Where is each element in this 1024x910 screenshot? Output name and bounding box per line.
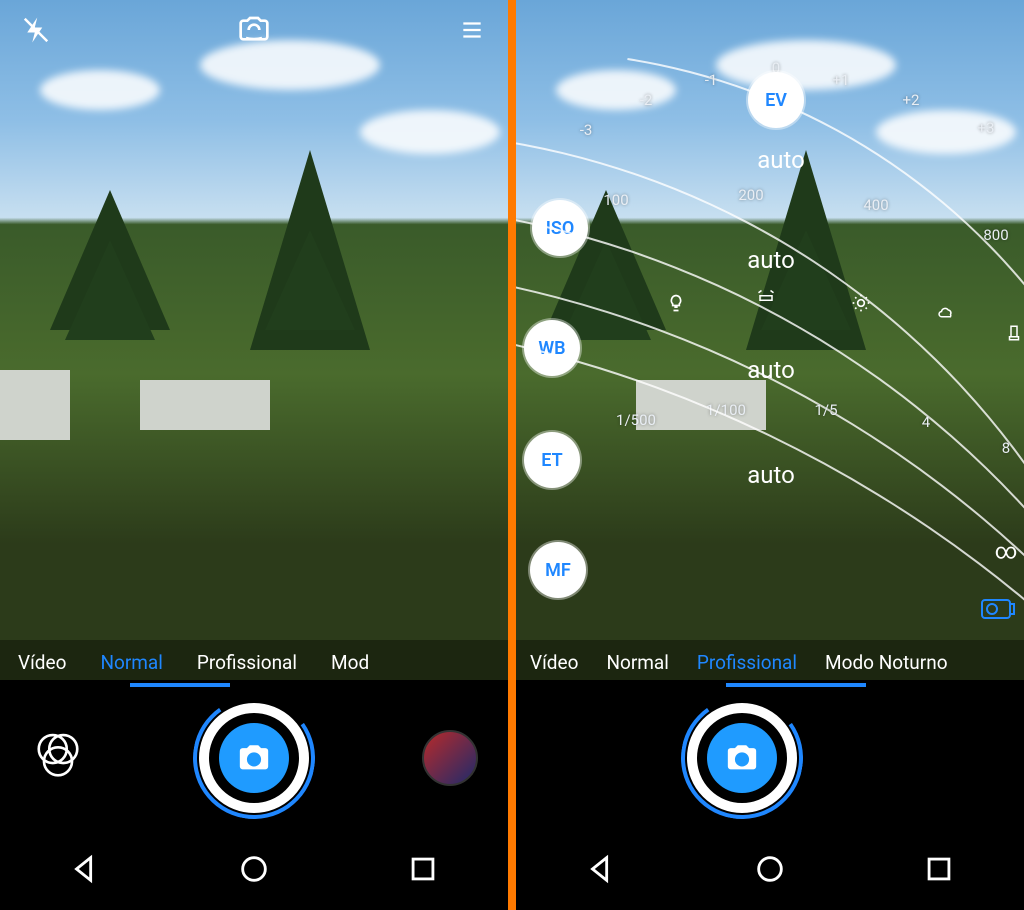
nav-recents-icon[interactable] [406,852,440,886]
wb-daylight-icon[interactable] [851,293,871,317]
mode-more[interactable]: Mod [331,651,369,674]
nav-back-icon[interactable] [584,852,618,886]
cloud [40,70,160,110]
bottom-controls [0,688,508,828]
wb-cloudy-icon[interactable] [934,304,958,326]
nav-recents-icon[interactable] [922,852,956,886]
pro-reset-icon[interactable] [980,594,1016,620]
nav-home-icon[interactable] [753,852,787,886]
viewfinder[interactable]: -3 -2 -1 0 +1 +2 +3 EV auto 100 200 400 … [516,0,1024,680]
building [0,370,70,440]
ev-tick: -1 [705,71,718,89]
mode-profissional[interactable]: Profissional [197,651,297,674]
iso-tick: 800 [983,226,1008,244]
camera-icon [707,723,777,793]
building [140,380,270,430]
mode-profissional[interactable]: Profissional [697,651,797,674]
screenshot-professional-mode: -3 -2 -1 0 +1 +2 +3 EV auto 100 200 400 … [516,0,1024,910]
ev-tick: +2 [903,91,920,109]
mode-normal[interactable]: Normal [100,651,162,674]
top-toolbar [0,8,508,52]
et-tick: 1/5 [814,401,837,419]
ev-value: auto [757,146,805,174]
switch-camera-icon[interactable] [236,12,272,48]
mf-dial[interactable]: MF [530,542,586,598]
mode-video[interactable]: Vídeo [530,651,578,674]
screenshot-normal-mode: Vídeo Normal Profissional Mod [0,0,508,910]
mode-selector[interactable]: Vídeo Normal Profissional Modo Noturno [516,640,1024,684]
pro-controls-overlay: -3 -2 -1 0 +1 +2 +3 EV auto 100 200 400 … [516,0,1024,680]
et-tick: 4 [922,413,930,431]
bottom-controls [516,688,1024,828]
ev-dial[interactable]: EV [748,72,804,128]
split-divider [508,0,516,910]
mf-infinity-icon: ∞ [995,540,1018,565]
gallery-thumbnail[interactable] [422,730,478,786]
et-tick: 8 [1002,439,1010,457]
menu-icon[interactable] [454,12,490,48]
iso-value: auto [747,246,795,274]
nav-back-icon[interactable] [68,852,102,886]
nav-home-icon[interactable] [237,852,271,886]
mode-underline [516,683,1024,687]
ev-tick: +1 [833,71,850,89]
wb-fluorescent-icon[interactable] [755,289,777,311]
wb-incandescent-icon[interactable] [666,293,686,317]
camera-icon [219,723,289,793]
flash-off-icon[interactable] [18,12,54,48]
filters-button[interactable] [30,728,86,788]
ev-tick: -2 [640,91,653,109]
android-navbar [0,828,508,910]
cloud [360,110,500,154]
shutter-button[interactable] [199,703,309,813]
ev-tick: +3 [978,119,995,137]
iso-tick: 100 [603,191,628,209]
android-navbar [516,828,1024,910]
mode-selector[interactable]: Vídeo Normal Profissional Mod [0,640,508,684]
mode-underline [0,683,508,687]
shutter-button[interactable] [687,703,797,813]
mode-noturno[interactable]: Modo Noturno [825,651,948,674]
iso-tick: 400 [863,196,888,214]
wb-shade-icon[interactable] [1005,321,1023,349]
ev-tick: -3 [580,121,593,139]
mode-normal[interactable]: Normal [606,651,668,674]
mode-video[interactable]: Vídeo [18,651,66,674]
viewfinder[interactable] [0,0,508,680]
iso-tick: 200 [738,186,763,204]
